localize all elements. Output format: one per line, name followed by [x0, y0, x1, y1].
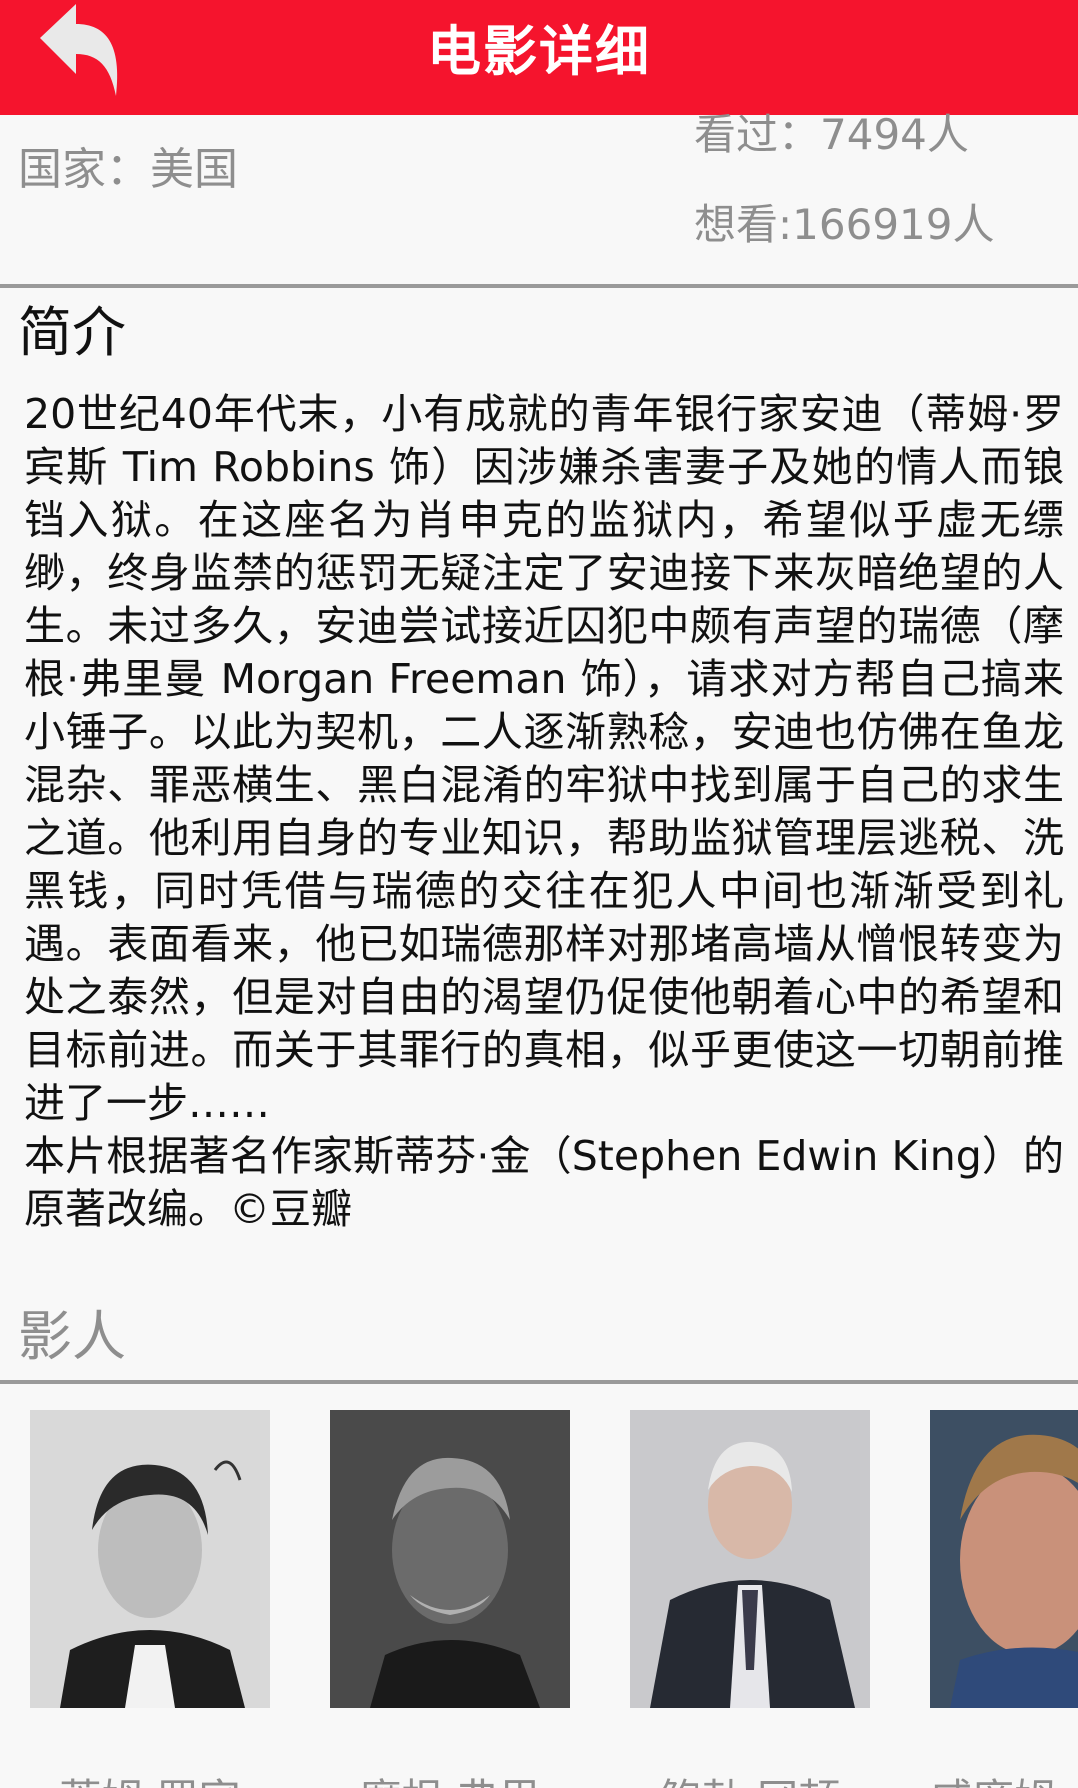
- want-count: 想看:166919人: [694, 200, 995, 249]
- title-bar: 电影详细: [0, 0, 1078, 115]
- actor-photo: [630, 1410, 870, 1708]
- summary-paragraph: 本片根据著名作家斯蒂芬·金（Stephen Edwin King）的原著改编。©…: [24, 1132, 1064, 1233]
- page-title: 电影详细: [427, 20, 651, 83]
- actor-name: 鲍勃·冈顿: [630, 1772, 870, 1788]
- cast-list[interactable]: 蒂姆·罗宾 摩根·弗里 鲍勃·冈顿 威廉姆: [0, 1380, 1078, 1788]
- actor-photo: [930, 1410, 1078, 1708]
- movie-stats: 国家：美国 看过：7494人 想看:166919人: [0, 110, 1078, 285]
- actor-photo: [330, 1410, 570, 1708]
- actor-photo: [30, 1410, 270, 1708]
- cast-card[interactable]: 鲍勃·冈顿: [630, 1410, 870, 1788]
- country-label: 国家：美国: [18, 144, 238, 195]
- cast-card[interactable]: 威廉姆: [930, 1410, 1078, 1788]
- actor-name: 威廉姆: [930, 1772, 1078, 1788]
- divider: [0, 284, 1078, 288]
- cast-card[interactable]: 摩根·弗里: [330, 1410, 570, 1788]
- actor-name: 蒂姆·罗宾: [30, 1772, 270, 1788]
- summary-paragraph: 20世纪40年代末，小有成就的青年银行家安迪（蒂姆·罗宾斯 Tim Robbin…: [24, 390, 1064, 1127]
- summary-text: 20世纪40年代末，小有成就的青年银行家安迪（蒂姆·罗宾斯 Tim Robbin…: [24, 388, 1064, 1236]
- seen-count: 看过：7494人: [694, 110, 969, 159]
- cast-heading: 影人: [18, 1305, 126, 1368]
- cast-card[interactable]: 蒂姆·罗宾: [30, 1410, 270, 1788]
- actor-name: 摩根·弗里: [330, 1772, 570, 1788]
- summary-heading: 简介: [18, 301, 126, 364]
